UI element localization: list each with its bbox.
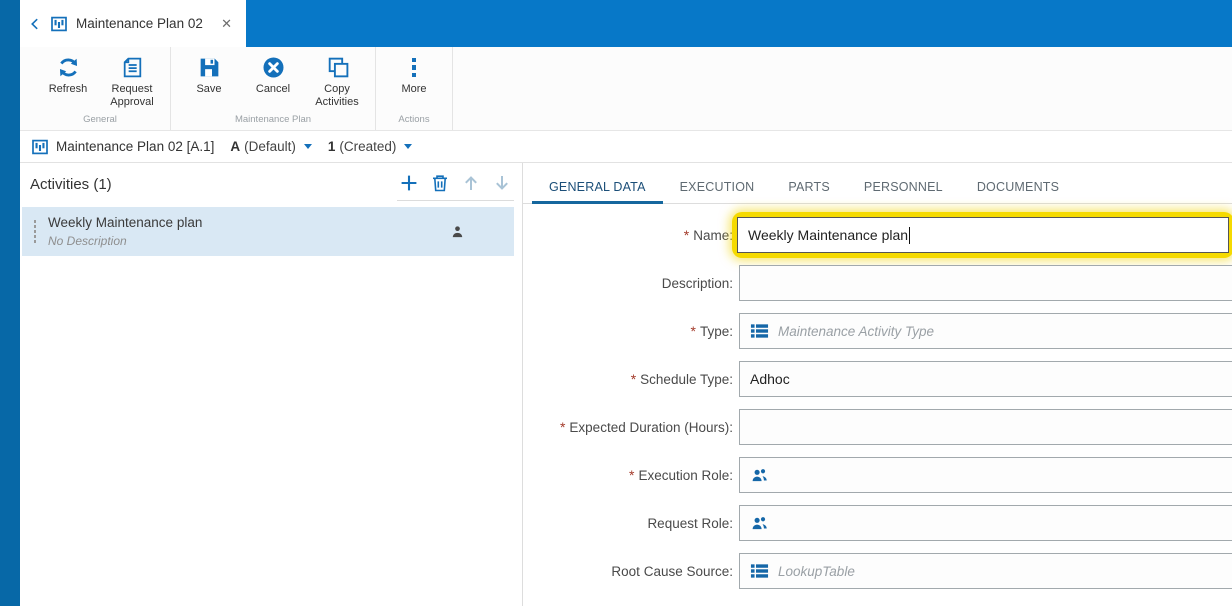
revision-value: A	[230, 139, 241, 154]
description-label: Description:	[661, 275, 733, 291]
activities-actions	[397, 173, 514, 201]
tab-parts[interactable]: PARTS	[771, 176, 847, 204]
focus-highlight: Weekly Maintenance plan	[732, 212, 1232, 258]
name-input[interactable]: Weekly Maintenance plan	[737, 217, 1229, 253]
execution-role-label: * Execution Role:	[628, 467, 733, 483]
details-panel: GENERAL DATA EXECUTION PARTS PERSONNEL D…	[522, 163, 1232, 606]
root-cause-source-label: Root Cause Source:	[611, 563, 733, 579]
app-window: Maintenance Plan 02 ✕ Refresh Request Ap…	[0, 0, 1232, 606]
activities-panel: Activities (1) Weekly Maintenance plan N…	[20, 163, 522, 606]
required-marker: *	[683, 227, 690, 243]
schedule-type-input[interactable]: Adhoc	[739, 361, 1232, 397]
copy-activities-icon	[328, 57, 348, 78]
activity-description: No Description	[48, 234, 127, 248]
tab-general-data[interactable]: GENERAL DATA	[532, 176, 663, 204]
close-icon[interactable]: ✕	[219, 14, 234, 34]
copy-activities-label: Copy Activities	[315, 83, 359, 109]
document-tab[interactable]: Maintenance Plan 02 ✕	[20, 0, 246, 47]
person-icon	[452, 225, 463, 237]
people-icon	[752, 469, 767, 482]
description-input[interactable]	[739, 265, 1232, 301]
details-tabs: GENERAL DATA EXECUTION PARTS PERSONNEL D…	[523, 176, 1232, 204]
breadcrumb-title: Maintenance Plan 02 [A.1]	[56, 139, 215, 154]
required-marker: *	[630, 371, 637, 387]
required-marker: *	[690, 323, 696, 339]
cancel-label: Cancel	[255, 83, 291, 95]
type-placeholder: Maintenance Activity Type	[778, 323, 935, 339]
version-dropdown[interactable]: 1 (Created)	[328, 139, 413, 154]
root-cause-source-input[interactable]: LookupTable	[739, 553, 1232, 589]
ribbon-toolbar: Refresh Request Approval General Save Ca…	[20, 47, 1232, 131]
toolbar-group-maintenance-plan: Save Cancel Copy Activities Maintenance …	[171, 47, 376, 130]
tab-title: Maintenance Plan 02	[76, 16, 203, 31]
refresh-button[interactable]: Refresh	[36, 53, 100, 112]
more-icon	[402, 55, 427, 80]
required-marker: *	[628, 467, 635, 483]
lookup-list-icon	[750, 324, 769, 338]
group-label-general: General	[83, 114, 117, 125]
breadcrumb: Maintenance Plan 02 [A.1] A (Default) 1 …	[20, 131, 1232, 163]
tab-documents[interactable]: DOCUMENTS	[960, 176, 1076, 204]
version-value: 1	[327, 139, 336, 154]
left-blue-strip	[0, 0, 20, 606]
general-data-form: * Name: Weekly Maintenance plan Descript…	[523, 212, 1232, 589]
required-marker: *	[559, 419, 566, 435]
revision-dropdown[interactable]: A (Default)	[230, 139, 312, 154]
request-approval-icon	[123, 57, 141, 78]
tab-bar: Maintenance Plan 02 ✕	[20, 0, 1232, 47]
expected-duration-input[interactable]	[739, 409, 1232, 445]
group-label-actions: Actions	[398, 114, 430, 125]
maintenance-plan-icon	[51, 16, 67, 31]
activity-title: Weekly Maintenance plan	[48, 215, 203, 230]
schedule-type-value: Adhoc	[750, 371, 790, 387]
copy-activities-button[interactable]: Copy Activities	[305, 53, 369, 112]
name-label: * Name:	[683, 227, 733, 243]
toolbar-group-general: Refresh Request Approval General	[30, 47, 171, 130]
tab-execution[interactable]: EXECUTION	[663, 176, 772, 204]
text-cursor	[909, 226, 911, 244]
type-label: * Type:	[690, 323, 733, 339]
execution-role-input[interactable]	[739, 457, 1232, 493]
save-icon	[200, 58, 218, 77]
delete-icon[interactable]	[430, 173, 450, 193]
drag-handle-icon[interactable]	[22, 220, 48, 243]
request-approval-label: Request Approval	[110, 83, 154, 109]
activities-header: Activities (1)	[30, 176, 112, 193]
people-icon	[752, 517, 767, 530]
lookup-list-icon	[750, 564, 769, 578]
request-approval-button[interactable]: Request Approval	[100, 53, 164, 112]
refresh-label: Refresh	[48, 83, 88, 95]
root-cause-source-placeholder: LookupTable	[778, 563, 855, 579]
chevron-down-icon	[404, 144, 413, 149]
move-up-icon[interactable]	[461, 173, 481, 193]
chevron-down-icon	[303, 144, 312, 149]
revision-label: (Default)	[244, 139, 296, 154]
back-chevron-icon[interactable]	[28, 17, 42, 31]
save-button[interactable]: Save	[177, 53, 241, 112]
more-button[interactable]: More	[382, 53, 446, 112]
toolbar-group-actions: More Actions	[376, 47, 453, 130]
request-role-input[interactable]	[739, 505, 1232, 541]
type-input[interactable]: Maintenance Activity Type	[739, 313, 1232, 349]
save-label: Save	[196, 83, 222, 95]
expected-duration-label: * Expected Duration (Hours):	[559, 419, 733, 435]
refresh-icon	[59, 58, 77, 77]
maintenance-plan-icon	[32, 139, 48, 154]
add-icon[interactable]	[399, 173, 419, 193]
tab-personnel[interactable]: PERSONNEL	[847, 176, 960, 204]
name-value: Weekly Maintenance plan	[748, 227, 909, 243]
cancel-button[interactable]: Cancel	[241, 53, 305, 112]
schedule-type-label: * Schedule Type:	[630, 371, 733, 387]
move-down-icon[interactable]	[492, 173, 512, 193]
group-label-maintenance-plan: Maintenance Plan	[234, 114, 312, 125]
activity-list-item[interactable]: Weekly Maintenance plan No Description	[22, 207, 514, 256]
cancel-icon	[263, 57, 283, 78]
version-label: (Created)	[339, 139, 397, 154]
request-role-label: Request Role:	[647, 515, 733, 531]
more-label: More	[401, 83, 427, 95]
